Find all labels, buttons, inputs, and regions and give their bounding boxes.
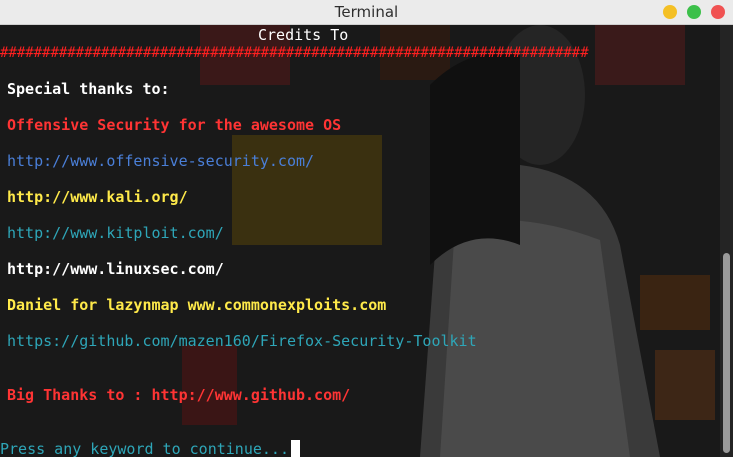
prompt-text: Press any keyword to continue...: [0, 440, 289, 457]
offensive-security-url: http://www.offensive-security.com/: [7, 152, 315, 170]
big-thanks-line: Big Thanks to : http://www.github.com/: [7, 386, 351, 404]
linuxsec-url: http://www.linuxsec.com/: [7, 260, 224, 278]
text-cursor: [290, 440, 300, 457]
scrollbar-thumb[interactable]: [723, 253, 730, 453]
lazynmap-line: Daniel for lazynmap www.commonexploits.c…: [7, 296, 387, 314]
title-bar: Terminal: [0, 0, 733, 25]
kitploit-url: http://www.kitploit.com/: [7, 224, 224, 242]
offensive-security-line: Offensive Security for the awesome OS: [7, 116, 342, 134]
vertical-scrollbar[interactable]: [720, 25, 733, 457]
kali-url: http://www.kali.org/: [7, 188, 188, 206]
minimize-button[interactable]: [663, 5, 677, 19]
window-title: Terminal: [334, 3, 399, 21]
special-thanks-label: Special thanks to:: [7, 80, 170, 98]
terminal-output[interactable]: Credits To #############################…: [0, 25, 720, 457]
continue-prompt: Press any keyword to continue...: [0, 440, 300, 457]
close-button[interactable]: [711, 5, 725, 19]
separator-line: ########################################…: [0, 45, 589, 61]
firefox-toolkit-url: https://github.com/mazen160/Firefox-Secu…: [7, 332, 477, 350]
credits-heading: Credits To: [258, 26, 349, 44]
maximize-button[interactable]: [687, 5, 701, 19]
